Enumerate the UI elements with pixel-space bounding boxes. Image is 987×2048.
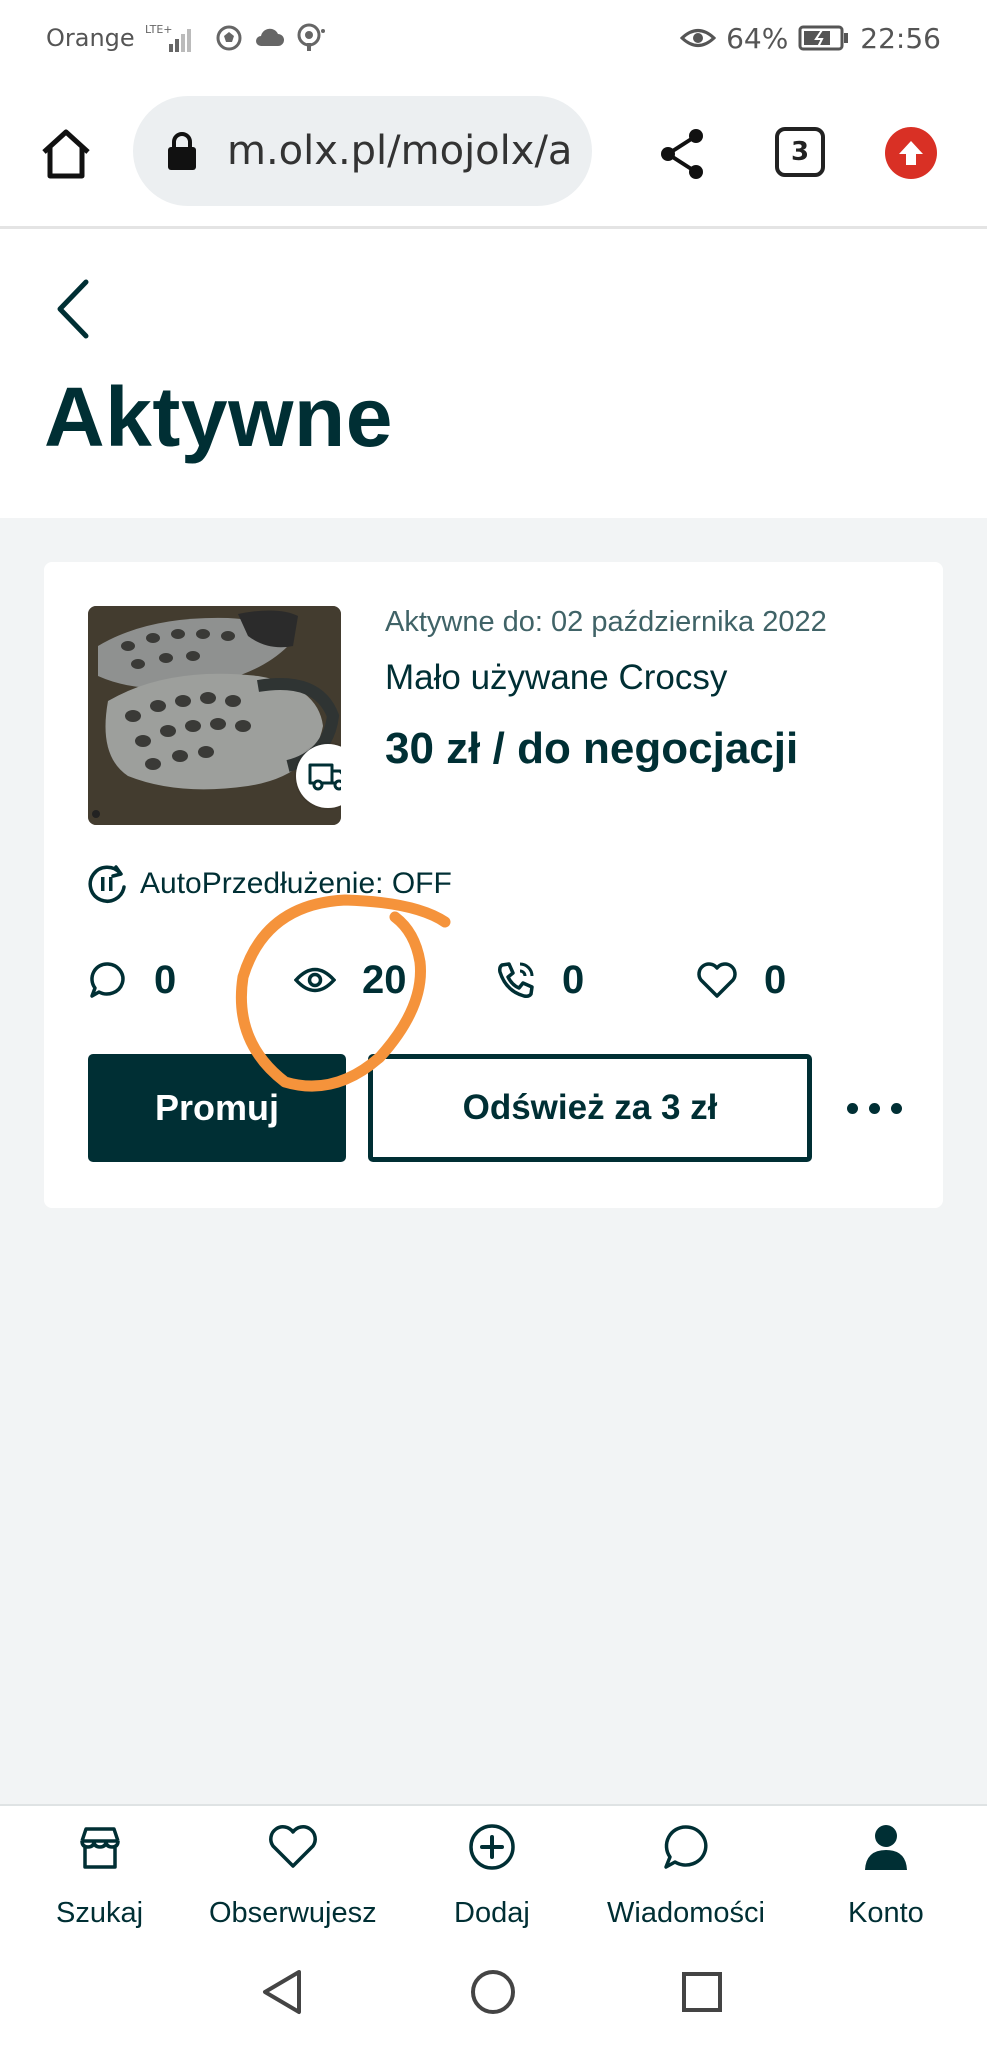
page-header: Aktywne [0,229,987,518]
views-count: 20 [362,957,407,1002]
heart-icon [697,962,737,998]
nav-label-messages: Wiadomości [607,1897,765,1929]
listing-price: 30 zł / do negocjacji [385,724,799,773]
nav-label-account: Konto [848,1897,924,1929]
truck-icon [308,763,341,791]
more-dot [846,1102,858,1114]
url-text: m.olx.pl/mojolx/a [227,128,573,174]
heart-icon [266,1820,320,1874]
cloud-icon [253,26,285,50]
hotspot-icon [295,23,327,53]
home-button[interactable] [38,126,94,182]
listing-title[interactable]: Mało używane Crocsy [385,658,727,698]
nav-label-search: Szukaj [56,1897,144,1929]
more-options-button[interactable] [834,1078,914,1138]
favorites-count: 0 [764,957,787,1002]
eye-icon [294,967,336,993]
nav-item-search[interactable]: Szukaj [56,1820,143,1930]
user-icon [859,1820,913,1874]
back-button[interactable] [48,274,98,344]
status-bar: Orange LTE+ 64% 22:56 [0,0,987,76]
battery-icon [798,24,850,52]
clock: 22:56 [860,21,941,55]
autorenew-icon [88,865,126,903]
page-title: Aktywne [44,370,393,464]
share-icon [661,129,703,179]
refresh-button[interactable]: Odśwież za 3 zł [368,1054,812,1162]
active-until-date: Aktywne do: 02 października 2022 [385,606,827,638]
status-left: Orange LTE+ [46,22,327,54]
nav-item-add[interactable]: Dodaj [454,1820,530,1930]
nav-item-account[interactable]: Konto [848,1820,924,1930]
listing-card[interactable]: Aktywne do: 02 października 2022 Mało uż… [44,562,943,1208]
store-icon [73,1820,127,1874]
browser-update-button[interactable] [885,127,937,179]
autorenew-status[interactable]: AutoPrzedłużenie: OFF [86,862,452,906]
listing-thumbnail[interactable] [88,606,341,825]
nav-label-watchlist: Obserwujesz [209,1897,377,1929]
circle-home-icon [471,1970,515,2014]
system-back-button[interactable] [252,1962,312,2022]
more-dot [868,1102,880,1114]
carrier-name: Orange [46,24,135,52]
battery-percent: 64% [726,21,789,55]
promote-button[interactable]: Promuj [88,1054,346,1162]
messages-count: 0 [154,957,177,1002]
stat-messages: 0 [88,950,176,1010]
address-bar[interactable]: m.olx.pl/mojolx/a [133,96,592,206]
status-right: 64% 22:56 [680,22,941,55]
eye-comfort-icon [680,25,717,51]
home-icon [42,129,90,179]
autorenew-label: AutoPrzedłużenie: OFF [140,867,452,900]
system-home-button[interactable] [463,1962,523,2022]
network-type: LTE+ [145,23,173,36]
chat-icon [659,1820,713,1874]
stat-views: 20 [294,950,407,1010]
bottom-navigation: Szukaj Obserwujesz Dodaj Wiadomości Kont… [0,1804,987,1938]
browser-toolbar: m.olx.pl/mojolx/a 3 [0,76,987,229]
system-recents-button[interactable] [672,1962,732,2022]
plus-circle-icon [465,1820,519,1874]
triangle-back-icon [263,1970,301,2014]
chat-icon [90,962,125,998]
nav-label-add: Dodaj [454,1897,530,1929]
signal-icon: LTE+ [145,22,205,54]
tab-count: 3 [790,137,810,167]
more-dot [890,1102,902,1114]
nav-item-watchlist[interactable]: Obserwujesz [209,1820,377,1930]
lock-icon [168,132,196,170]
calls-count: 0 [562,957,585,1002]
system-navigation-bar [0,1938,987,2048]
nav-item-messages[interactable]: Wiadomości [607,1820,765,1930]
chevron-left-icon [57,279,89,339]
football-icon [215,24,243,52]
stat-calls: 0 [496,950,584,1010]
stat-favorites: 0 [696,950,786,1010]
tabs-button[interactable]: 3 [775,127,825,177]
phone-icon [498,962,534,998]
arrow-up-icon [899,141,923,165]
share-button[interactable] [656,126,708,182]
square-recents-icon [682,1972,722,2012]
